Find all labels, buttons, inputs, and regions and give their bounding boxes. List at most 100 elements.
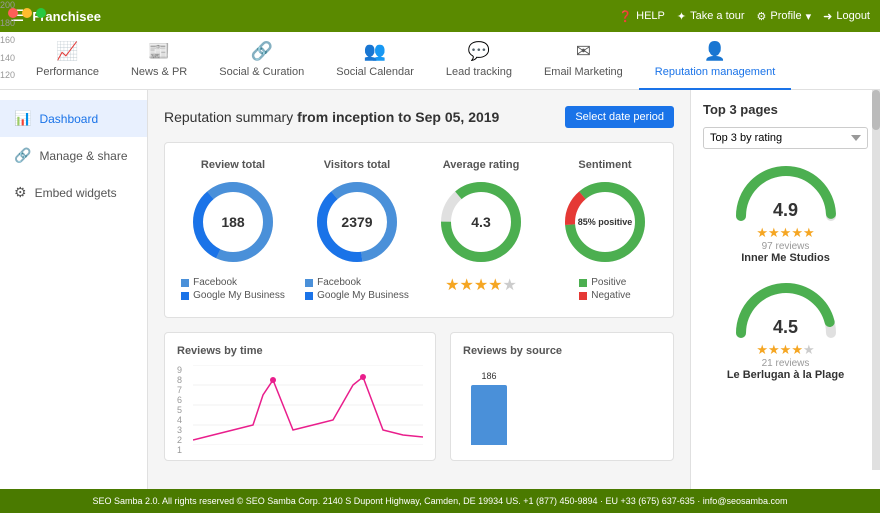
nav-reputation-label: Reputation management: [655, 66, 775, 78]
content-area: Reputation summary from inception to Sep…: [148, 90, 690, 489]
nav-email-marketing[interactable]: ✉ Email Marketing: [528, 32, 639, 90]
nav-social-curation[interactable]: 🔗 Social & Curation: [203, 32, 320, 90]
sidebar-manage-label: Manage & share: [39, 149, 127, 163]
minimize-dot[interactable]: [22, 8, 32, 18]
page-2-reviews: 21 reviews: [762, 358, 810, 369]
sentiment-label: Sentiment: [578, 159, 631, 171]
footer: SEO Samba 2.0. All rights reserved © SEO…: [0, 489, 880, 513]
sidebar-dashboard-label: Dashboard: [39, 112, 98, 126]
positive-legend: Positive: [579, 277, 630, 288]
visitors-facebook: Facebook: [305, 277, 409, 288]
nav-social-calendar-label: Social Calendar: [336, 66, 414, 78]
scrollbar[interactable]: [872, 90, 880, 470]
nav-lead-tracking[interactable]: 💬 Lead tracking: [430, 32, 528, 90]
embed-icon: ⚙: [14, 184, 27, 201]
top-pages-dropdown[interactable]: Top 3 by rating Top 3 by reviews: [703, 127, 868, 149]
stats-row: Review total 188 Facebook: [164, 142, 674, 318]
nav-social-curation-label: Social & Curation: [219, 66, 304, 78]
email-marketing-icon: ✉: [576, 41, 591, 62]
avg-rating-donut: 4.3: [436, 177, 526, 267]
vgmb-dot: [305, 292, 313, 300]
avg-rating-stars: ★★★★★: [445, 275, 517, 295]
page-1-rating: 4.9: [773, 200, 798, 221]
summary-title: Reputation summary from inception to Sep…: [164, 109, 499, 125]
panel-title: Top 3 pages: [703, 102, 868, 117]
page-1-stars: ★★★★★: [756, 225, 814, 241]
nav-performance[interactable]: 📈 Performance: [20, 32, 115, 90]
visitors-donut: 2379: [312, 177, 402, 267]
select-date-button[interactable]: Select date period: [565, 106, 674, 128]
chart-by-source: Reviews by source 200 180 160 140 120 18…: [450, 332, 674, 461]
review-total-label: Review total: [201, 159, 265, 171]
nav-social-calendar[interactable]: 👥 Social Calendar: [320, 32, 430, 90]
nav-bar: 📈 Performance 📰 News & PR 🔗 Social & Cur…: [0, 32, 880, 90]
visitors-value: 2379: [341, 214, 372, 230]
line-chart: 9 8 7 6 5 4 3 2 1: [177, 365, 423, 448]
maximize-dot[interactable]: [36, 8, 46, 18]
sidebar-item-manage-share[interactable]: 🔗 Manage & share: [0, 137, 147, 174]
tour-button[interactable]: ✦ Take a tour: [677, 10, 745, 23]
social-calendar-icon: 👥: [364, 41, 386, 62]
help-icon: ❓: [618, 10, 632, 23]
gmb-dot: [181, 292, 189, 300]
bar-item: 186: [471, 385, 507, 445]
positive-dot: [579, 279, 587, 287]
page-1-reviews: 97 reviews: [762, 241, 810, 252]
y-axis-time: 9 8 7 6 5 4 3 2 1: [177, 365, 182, 445]
page-2-name: Le Berlugan à la Plage: [727, 369, 844, 381]
lead-tracking-icon: 💬: [468, 41, 490, 62]
tour-icon: ✦: [677, 10, 686, 23]
sidebar-item-embed-widgets[interactable]: ⚙ Embed widgets: [0, 174, 147, 211]
visitors-gmb: Google My Business: [305, 290, 409, 301]
stat-review-total: Review total 188 Facebook: [181, 159, 285, 301]
review-total-value: 188: [221, 214, 244, 230]
review-legend: Facebook Google My Business: [181, 277, 285, 301]
performance-icon: 📈: [56, 41, 78, 62]
sidebar-embed-label: Embed widgets: [35, 186, 117, 200]
sentiment-donut: 85% positive: [560, 177, 650, 267]
legend-facebook: Facebook: [181, 277, 285, 288]
bar-value: 186: [481, 371, 496, 381]
review-total-donut: 188: [188, 177, 278, 267]
top-bar-right: ❓ HELP ✦ Take a tour ⚙ Profile ▾ ➜ Logou…: [618, 10, 870, 23]
chart-by-source-title: Reviews by source: [463, 345, 661, 357]
page-2-rating: 4.5: [773, 317, 798, 338]
page-card-2: 4.5 ★★★★★ 21 reviews Le Berlugan à la Pl…: [703, 278, 868, 381]
profile-button[interactable]: ⚙ Profile ▾: [757, 10, 812, 23]
nav-news-pr[interactable]: 📰 News & PR: [115, 32, 203, 90]
legend-gmb: Google My Business: [181, 290, 285, 301]
main-layout: 📊 Dashboard 🔗 Manage & share ⚙ Embed wid…: [0, 90, 880, 489]
bar-chart-wrap: 200 180 160 140 120 186: [463, 365, 661, 445]
visitors-legend: Facebook Google My Business: [305, 277, 409, 301]
logout-icon: ➜: [823, 10, 832, 23]
bar-chart: 186: [463, 365, 661, 445]
negative-legend: Negative: [579, 290, 630, 301]
nav-performance-label: Performance: [36, 66, 99, 78]
page-1-name: Inner Me Studios: [741, 252, 830, 264]
chart-by-time-title: Reviews by time: [177, 345, 423, 357]
chevron-down-icon: ▾: [806, 10, 812, 23]
negative-dot: [579, 292, 587, 300]
gauge-1: 4.9: [731, 161, 841, 221]
logout-button[interactable]: ➜ Logout: [823, 10, 870, 23]
stat-sentiment: Sentiment 85% positive Positive: [553, 159, 657, 301]
facebook-dot: [181, 279, 189, 287]
top-bar: ☰ Franchisee ❓ HELP ✦ Take a tour ⚙ Prof…: [0, 0, 880, 32]
stat-visitors-total: Visitors total 2379 Facebook: [305, 159, 409, 301]
nav-reputation-management[interactable]: 👤 Reputation management: [639, 32, 791, 90]
social-curation-icon: 🔗: [251, 41, 273, 62]
gauge-2: 4.5: [731, 278, 841, 338]
sentiment-legend: Positive Negative: [579, 277, 630, 301]
page-2-stars: ★★★★★: [756, 342, 814, 358]
nav-news-label: News & PR: [131, 66, 187, 78]
scroll-thumb[interactable]: [872, 90, 880, 130]
avg-rating-label: Average rating: [443, 159, 520, 171]
reputation-icon: 👤: [704, 41, 726, 62]
help-button[interactable]: ❓ HELP: [618, 10, 664, 23]
nav-lead-tracking-label: Lead tracking: [446, 66, 512, 78]
dashboard-icon: 📊: [14, 110, 31, 127]
visitors-total-label: Visitors total: [324, 159, 390, 171]
sidebar-item-dashboard[interactable]: 📊 Dashboard: [0, 100, 147, 137]
sidebar: 📊 Dashboard 🔗 Manage & share ⚙ Embed wid…: [0, 90, 148, 489]
sentiment-value: 85% positive: [578, 217, 633, 227]
